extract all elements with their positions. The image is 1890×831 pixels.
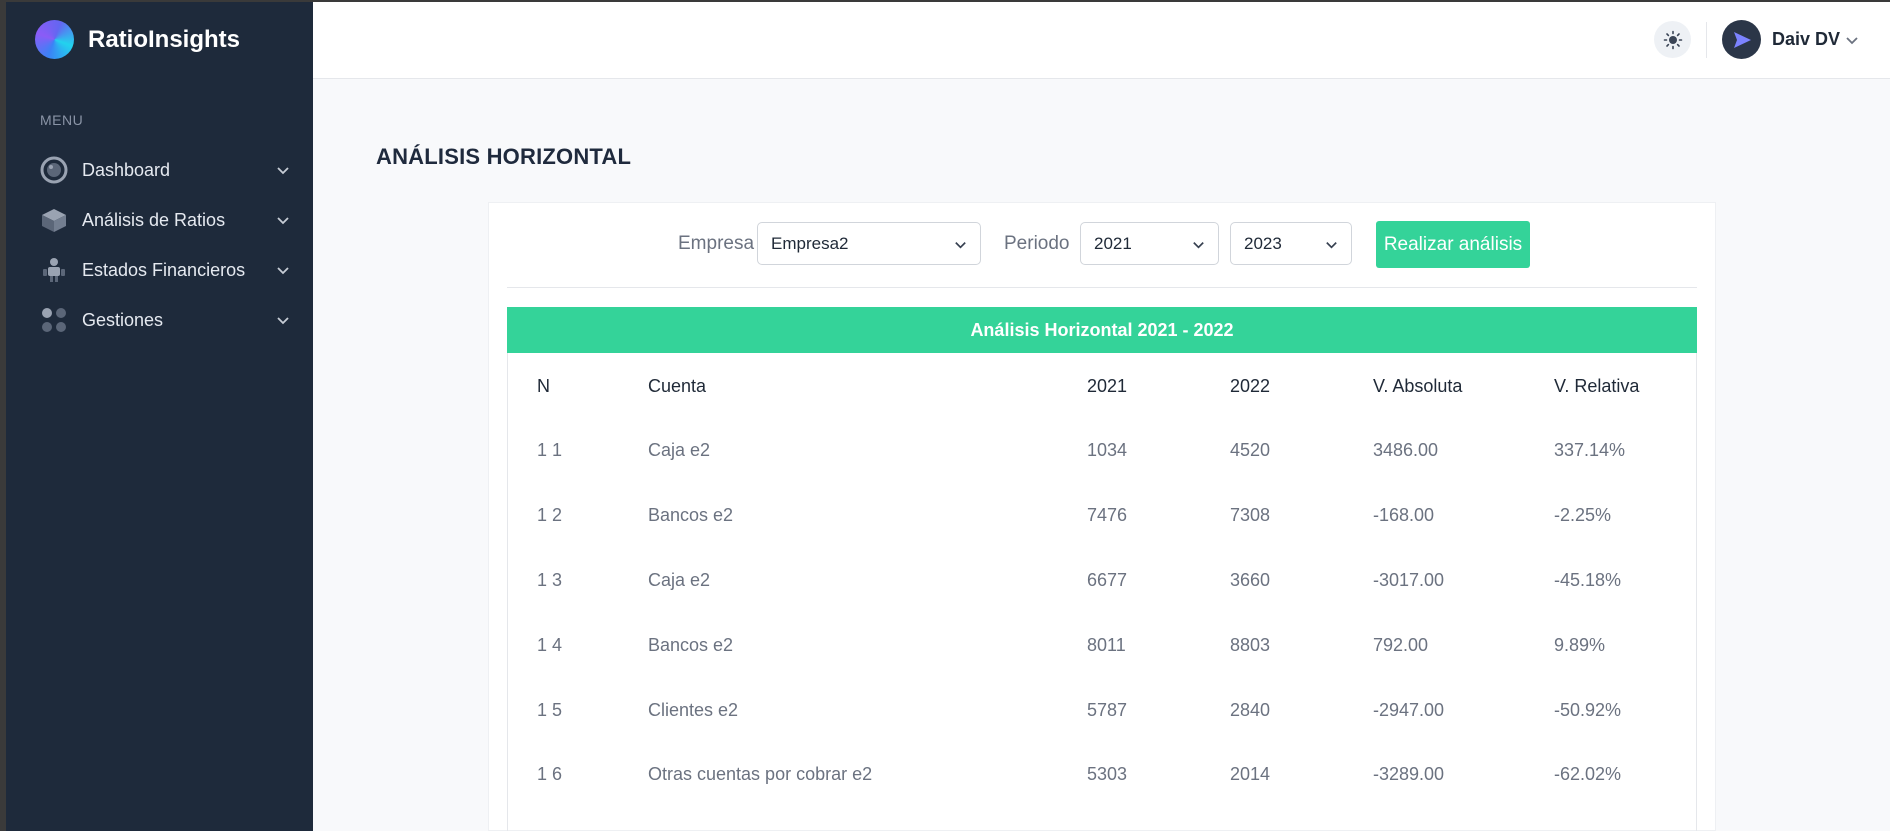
menu-label: MENU [40, 112, 84, 128]
sidebar-item-label: Estados Financieros [82, 259, 246, 280]
period-from-value: 2021 [1094, 233, 1132, 253]
cell-2021: 5303 [1087, 764, 1128, 784]
theme-toggle-button[interactable] [1654, 21, 1691, 58]
cell-v-absoluta: -2947.00 [1373, 700, 1445, 720]
column-header-2022: 2022 [1230, 376, 1271, 396]
column-header-2021: 2021 [1087, 376, 1128, 396]
chevron-down-icon [277, 267, 289, 275]
cell-v-absoluta: -168.00 [1373, 505, 1435, 525]
sidebar: RatioInsights MENU Dashboard Análisis de… [6, 2, 313, 831]
run-analysis-button[interactable]: Realizar análisis [1376, 221, 1530, 268]
cell-v-relativa: -45.18% [1554, 570, 1622, 590]
card-divider [507, 287, 1697, 288]
cell-v-absoluta: -3289.00 [1373, 764, 1445, 784]
chevron-down-icon [277, 217, 289, 225]
cell-2021: 5787 [1087, 700, 1128, 720]
sidebar-item-estados-financieros[interactable]: Estados Financieros [39, 252, 291, 288]
column-header-n: N [537, 376, 550, 396]
cell-n: 1 2 [537, 505, 563, 525]
cell-v-relativa: -62.02% [1554, 764, 1622, 784]
dashboard-gauge-icon [39, 155, 69, 185]
topbar-divider [1706, 22, 1707, 58]
brand-name: RatioInsights [88, 25, 241, 53]
cell-v-relativa: 337.14% [1554, 440, 1626, 460]
cell-cuenta: Bancos e2 [648, 505, 734, 525]
cell-v-absoluta: -3017.00 [1373, 570, 1445, 590]
user-menu[interactable]: Daiv DV [1722, 20, 1860, 59]
period-to-select[interactable]: 2023 [1230, 222, 1352, 265]
send-arrow-icon [1733, 31, 1751, 48]
brand[interactable]: RatioInsights [35, 20, 240, 59]
sidebar-item-gestiones[interactable]: Gestiones [39, 302, 291, 338]
cell-v-relativa: -50.92% [1554, 700, 1622, 720]
cell-cuenta: Caja e2 [648, 570, 711, 590]
cell-n: 1 4 [537, 635, 563, 655]
column-header-cuenta: Cuenta [648, 376, 707, 396]
sun-icon [1663, 30, 1682, 49]
cell-2021: 1034 [1087, 440, 1128, 460]
sidebar-item-label: Dashboard [82, 159, 171, 180]
chevron-down-icon [277, 317, 289, 325]
chevron-down-icon [1193, 242, 1204, 249]
table-caption: Análisis Horizontal 2021 - 2022 [507, 307, 1697, 353]
cell-2022: 2014 [1230, 764, 1271, 784]
chevron-down-icon [1326, 242, 1337, 249]
cell-n: 1 3 [537, 570, 563, 590]
cell-n: 1 5 [537, 700, 563, 720]
period-from-select[interactable]: 2021 [1080, 222, 1219, 265]
company-select[interactable]: Empresa2 [757, 222, 981, 265]
cell-2021: 8011 [1087, 635, 1126, 655]
cell-2022: 3660 [1230, 570, 1271, 590]
sidebar-item-label: Gestiones [82, 309, 164, 330]
user-name: Daiv DV [1772, 29, 1841, 49]
column-header-v-relativa: V. Relativa [1554, 376, 1640, 396]
period-label: Periodo [1004, 233, 1070, 254]
column-header-v-absoluta: V. Absoluta [1373, 376, 1463, 396]
chevron-down-icon [277, 167, 289, 175]
apps-dots-icon [39, 305, 69, 335]
company-select-value: Empresa2 [771, 233, 849, 253]
period-to-value: 2023 [1244, 233, 1282, 253]
sidebar-item-label: Análisis de Ratios [82, 209, 226, 230]
cell-2022: 4520 [1230, 440, 1271, 460]
cell-cuenta: Otras cuentas por cobrar e2 [648, 764, 873, 784]
cell-v-absoluta: 792.00 [1373, 635, 1429, 655]
cell-2022: 7308 [1230, 505, 1271, 525]
chevron-down-icon [955, 242, 966, 249]
company-label: Empresa [678, 233, 755, 254]
brand-logo-icon [35, 20, 74, 59]
cell-n: 1 6 [537, 764, 563, 784]
chevron-down-icon [1846, 36, 1858, 44]
people-icon [39, 255, 69, 285]
cube-icon [39, 205, 69, 235]
cell-v-absoluta: 3486.00 [1373, 440, 1439, 460]
cell-cuenta: Bancos e2 [648, 635, 734, 655]
cell-cuenta: Clientes e2 [648, 700, 739, 720]
avatar [1722, 20, 1761, 59]
cell-2022: 8803 [1230, 635, 1271, 655]
cell-cuenta: Caja e2 [648, 440, 711, 460]
sidebar-item-analisis-ratios[interactable]: Análisis de Ratios [39, 202, 291, 238]
sidebar-item-dashboard[interactable]: Dashboard [39, 152, 291, 188]
cell-2021: 7476 [1087, 505, 1128, 525]
cell-2021: 6677 [1087, 570, 1128, 590]
cell-2022: 2840 [1230, 700, 1271, 720]
cell-n: 1 1 [537, 440, 563, 460]
page-title: ANÁLISIS HORIZONTAL [376, 144, 632, 169]
cell-v-relativa: -2.25% [1554, 505, 1612, 525]
cell-v-relativa: 9.89% [1554, 635, 1606, 655]
